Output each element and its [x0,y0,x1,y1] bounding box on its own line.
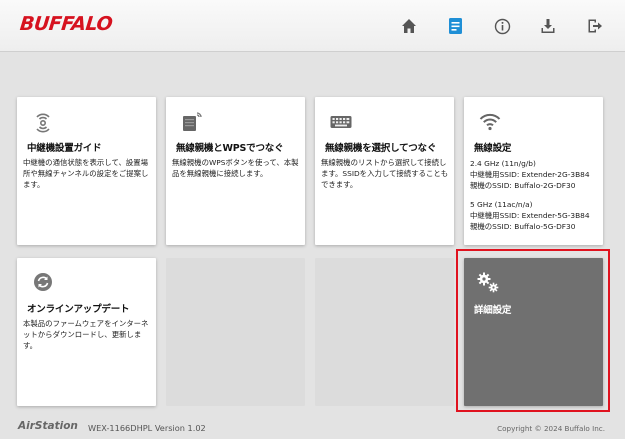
settings-doc-icon[interactable] [446,16,466,36]
tile-select-connect[interactable]: 無線親機を選択してつなぐ 無線親機のリストから選択して接続します。SSIDを入力… [315,97,454,245]
top-header: BUFFALO [0,0,625,52]
wireless-info: 2.4 GHz (11n/g/b) 中継機用SSID: Extender-2G-… [470,158,602,232]
tile-description: 本製品のファームウェアをインターネットからダウンロードし、更新します。 [23,319,149,350]
band-5-label: 5 GHz (11ac/n/a) [470,200,533,209]
copyright: Copyright © 2024 Buffalo Inc. [497,424,605,433]
band-24-label: 2.4 GHz (11n/g/b) [470,159,536,168]
tile-title: 無線設定 [474,143,512,154]
tile-description: 無線親機のリストから選択して接続します。SSIDを入力して接続することもできます… [321,158,449,189]
band-5-parent-ssid: 親機のSSID: Buffalo-5G-DF30 [470,222,576,231]
tile-wps-connect[interactable]: 無線親機とWPSでつなぐ 無線親機のWPSボタンを使って、本製品を無線親機に接続… [166,97,305,245]
empty-tile [166,258,305,406]
tile-title: オンラインアップデート [27,304,130,315]
band-24-parent-ssid: 親機のSSID: Buffalo-2G-DF30 [470,181,576,190]
logout-icon[interactable] [585,16,605,36]
tile-wireless-settings[interactable]: 無線設定 2.4 GHz (11n/g/b) 中継機用SSID: Extende… [464,97,603,245]
tile-relay-guide[interactable]: 中継機設置ガイド 中継機の通信状態を表示して、設置場所や無線チャンネルの設定をご… [17,97,156,245]
refresh-icon [31,270,55,294]
tile-title: 無線親機を選択してつなぐ [325,143,437,154]
tile-description: 無線親機のWPSボタンを使って、本製品を無線親機に接続します。 [172,158,299,178]
airstation-logo: AirStation [18,420,78,432]
band-24-extender-ssid: 中継機用SSID: Extender-2G-3B84 [470,170,590,179]
tile-title: 中継機設置ガイド [27,143,102,154]
tile-online-update[interactable]: オンラインアップデート 本製品のファームウェアをインターネットからダウンロードし… [17,258,156,406]
keyboard-icon [329,109,353,133]
signal-locate-icon [31,109,55,133]
tile-description: 中継機の通信状態を表示して、設置場所や無線チャンネルの設定をご提案します。 [23,158,149,189]
empty-tile [315,258,454,406]
router-wps-icon [180,109,204,133]
home-icon[interactable] [399,16,419,36]
buffalo-logo: BUFFALO [18,13,114,35]
wifi-icon [478,109,502,133]
tile-title: 詳細設定 [474,305,512,316]
download-icon[interactable] [538,16,558,36]
model-version: WEX-1166DHPL Version 1.02 [88,423,206,433]
info-icon[interactable] [492,16,512,36]
tile-advanced-settings[interactable]: 詳細設定 [464,258,603,406]
tile-title: 無線親機とWPSでつなぐ [176,143,284,154]
gears-icon [475,269,499,293]
band-5-extender-ssid: 中継機用SSID: Extender-5G-3B84 [470,211,590,220]
